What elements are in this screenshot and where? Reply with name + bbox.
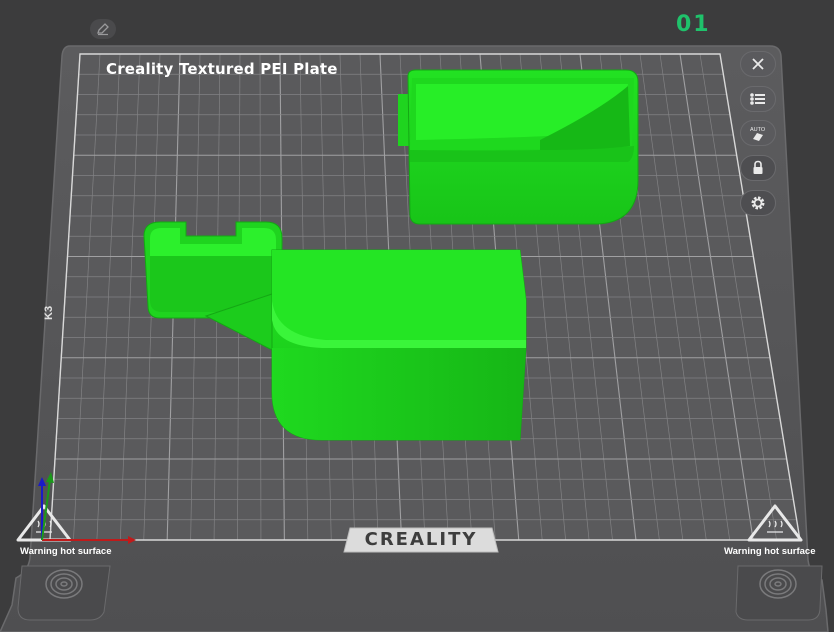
list-icon (750, 93, 765, 105)
svg-text:AUTO: AUTO (750, 127, 766, 133)
close-icon (752, 58, 764, 70)
model-box-right[interactable] (398, 69, 639, 225)
close-button[interactable] (740, 51, 776, 77)
warning-hot-surface-right: Warning hot surface (724, 546, 816, 557)
axis-mark: K3 (43, 306, 55, 320)
object-list-button[interactable] (740, 86, 776, 112)
edit-plate-name-button[interactable] (90, 19, 116, 39)
pencil-icon (97, 23, 109, 36)
settings-button[interactable] (740, 190, 776, 216)
lock-icon (753, 160, 763, 174)
warning-hot-surface-left: Warning hot surface (20, 546, 112, 557)
lock-button[interactable] (740, 155, 776, 181)
creality-brand: CREALITY (364, 529, 478, 550)
auto-orient-button[interactable]: AUTO (740, 120, 776, 146)
plate-title: Creality Textured PEI Plate (106, 60, 338, 78)
plate-number[interactable]: 01 (676, 12, 711, 37)
auto-icon: AUTO (750, 127, 766, 141)
gear-icon (751, 196, 765, 210)
